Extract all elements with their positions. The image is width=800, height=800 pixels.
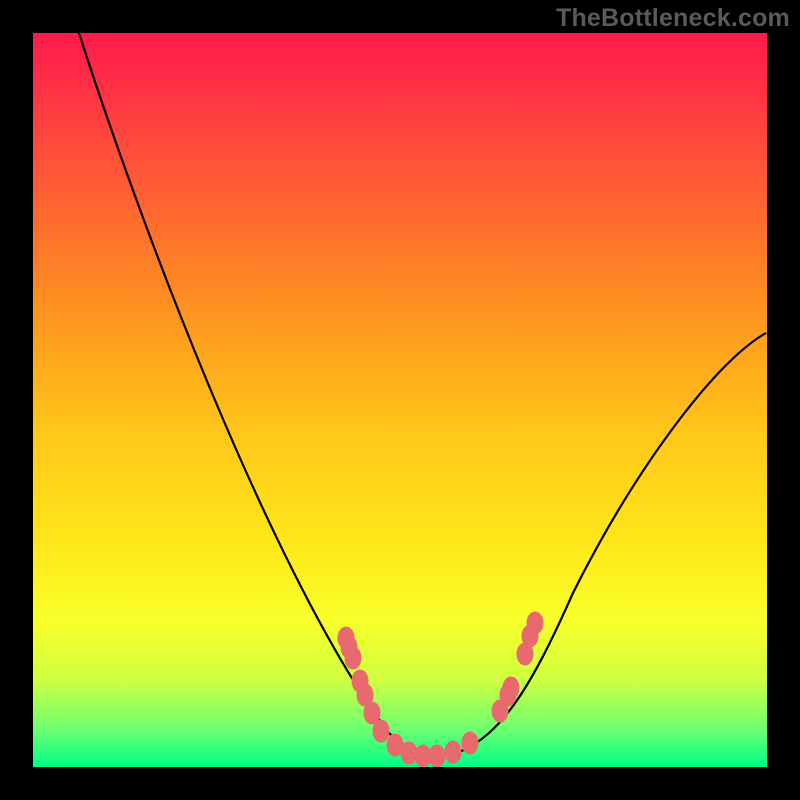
curve-marker — [527, 612, 543, 634]
plot-area — [33, 33, 767, 767]
chart-frame: TheBottleneck.com — [0, 0, 800, 800]
curve-marker — [401, 742, 417, 764]
watermark-text: TheBottleneck.com — [556, 4, 790, 33]
curve-marker — [462, 732, 478, 754]
curve-marker — [345, 647, 361, 669]
marker-group — [338, 612, 543, 767]
chart-svg — [33, 33, 767, 767]
curve-marker — [429, 745, 445, 767]
bottleneck-curve — [79, 33, 766, 756]
curve-marker — [503, 677, 519, 699]
curve-marker — [373, 720, 389, 742]
curve-marker — [445, 741, 461, 763]
